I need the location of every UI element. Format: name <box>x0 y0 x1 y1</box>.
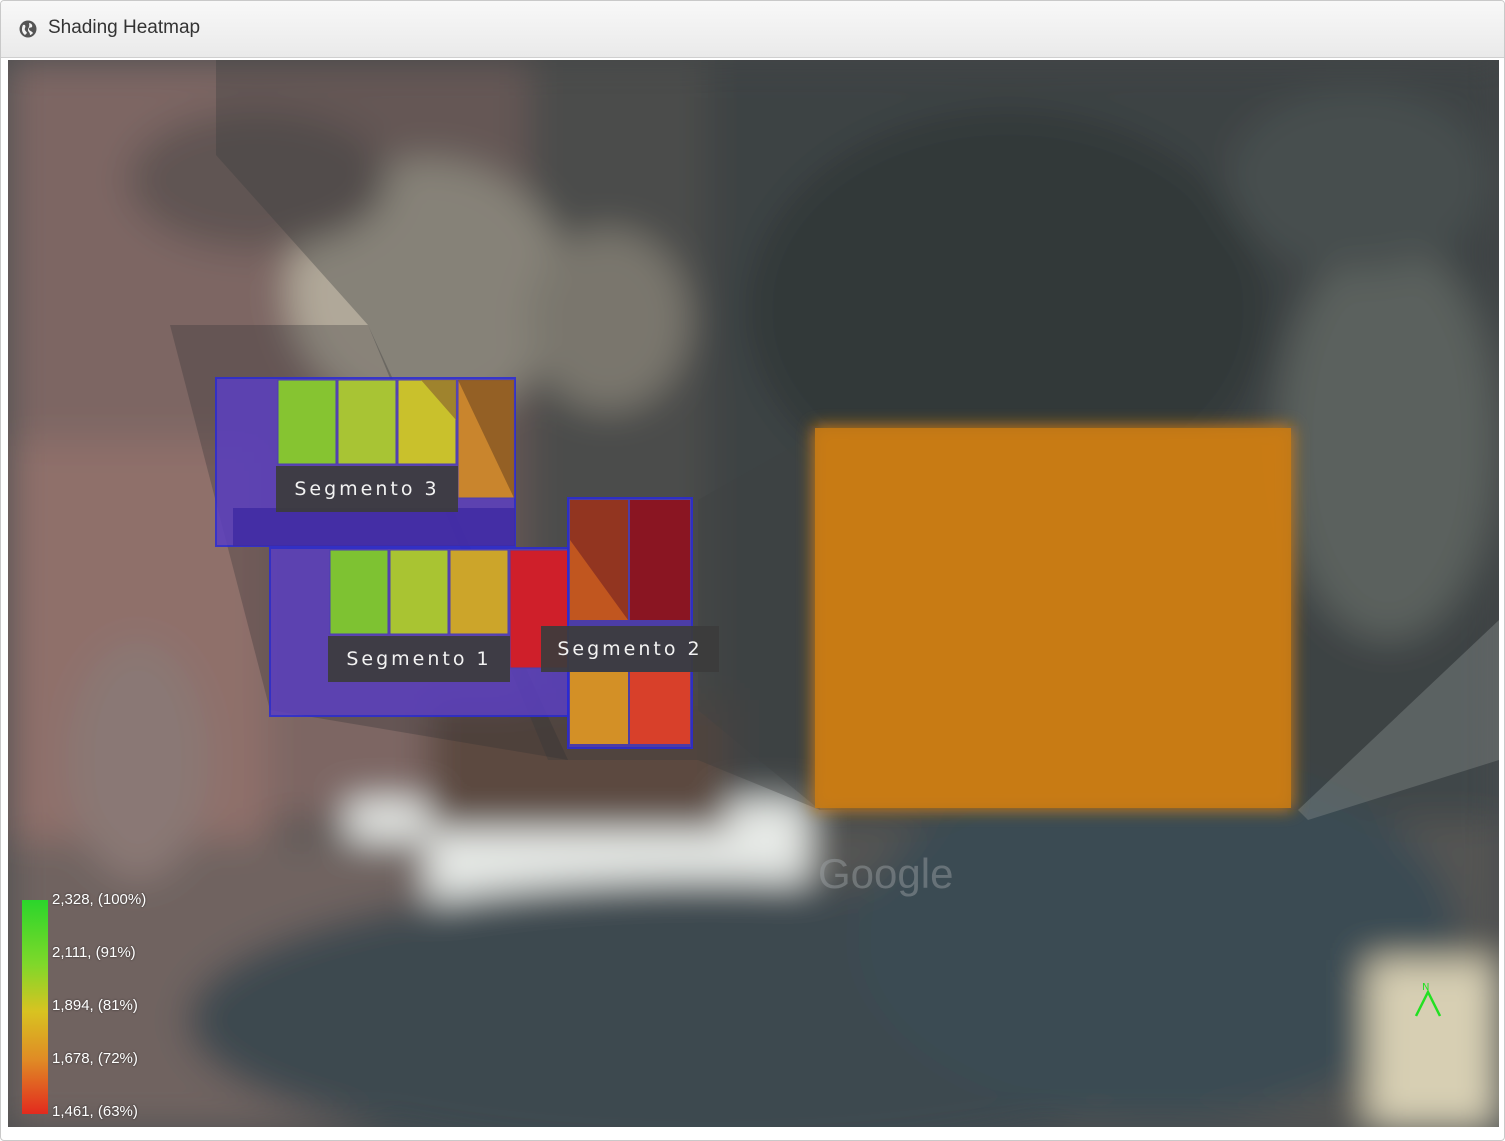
shading-heatmap-window: Shading Heatmap Google Segmento 3 Segmen… <box>0 0 1505 1141</box>
heatmap-legend: 2,328, (100%) 2,111, (91%) 1,894, (81%) … <box>22 891 202 1120</box>
globe-icon <box>19 20 37 38</box>
segment-label-3[interactable]: Segmento 3 <box>276 466 458 512</box>
window-titlebar: Shading Heatmap <box>1 1 1504 58</box>
north-arrow-icon: N <box>1414 982 1442 1017</box>
legend-label-2: 2,111, (91%) <box>52 944 136 961</box>
legend-color-scale <box>22 900 48 1114</box>
legend-label-3: 1,894, (81%) <box>52 997 138 1014</box>
segment-label-2[interactable]: Segmento 2 <box>541 626 719 672</box>
legend-label-min: 1,461, (63%) <box>52 1103 138 1120</box>
segment-label-1[interactable]: Segmento 1 <box>328 636 510 682</box>
map-imagery: Google <box>8 60 1499 1127</box>
satellite-map[interactable]: Google Segmento 3 Segmento 1 Segmento 2 … <box>8 60 1499 1127</box>
legend-label-max: 2,328, (100%) <box>52 891 147 908</box>
window-title: Shading Heatmap <box>48 17 201 38</box>
google-watermark: Google <box>818 850 953 897</box>
legend-label-4: 1,678, (72%) <box>52 1050 138 1067</box>
